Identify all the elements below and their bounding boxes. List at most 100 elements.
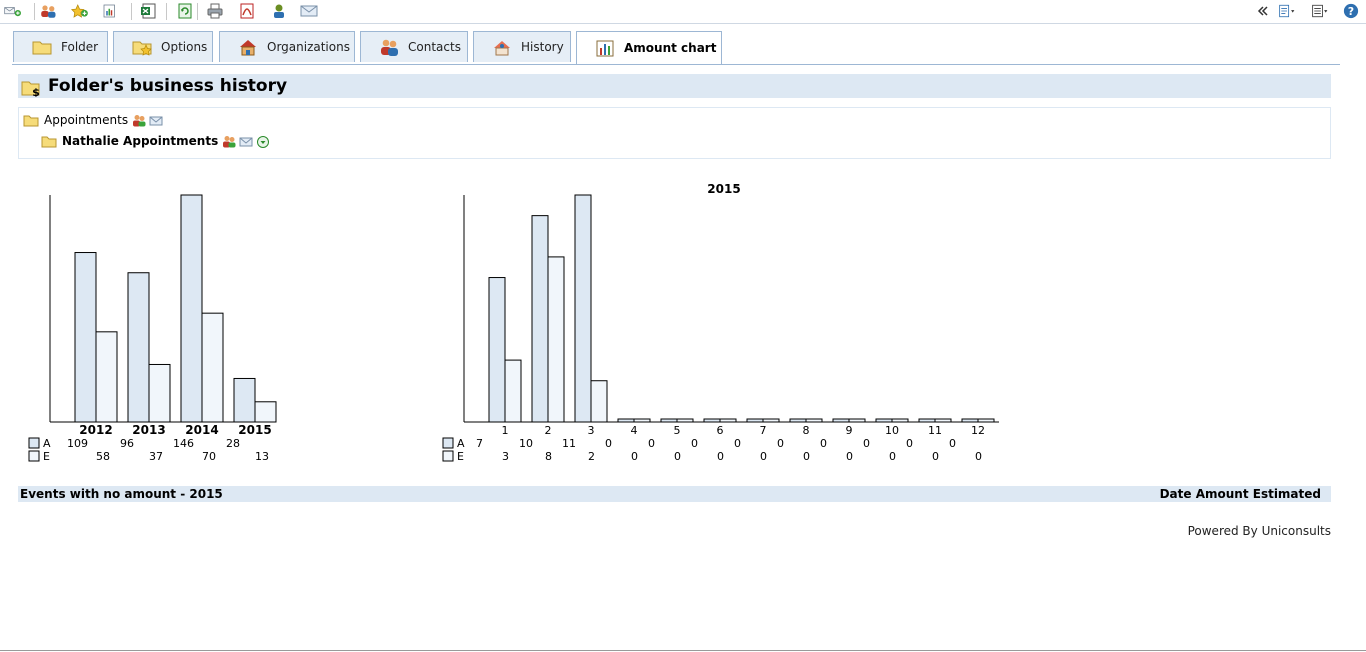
bar-a-6 bbox=[703, 418, 721, 423]
yearly-amount-chart-svg: 2012109 58 201396 37 2014146 70 201528 13 AE bbox=[28, 194, 277, 463]
x-tick-label: 8 bbox=[803, 424, 810, 437]
x-tick-label: 12 bbox=[971, 424, 985, 437]
expand-down-icon[interactable] bbox=[256, 135, 270, 148]
x-tick-label: 2012 bbox=[79, 423, 112, 437]
bar-a-1 bbox=[488, 277, 506, 423]
folder-name[interactable]: Nathalie Appointments bbox=[62, 134, 218, 148]
folder-row-root: Appointments bbox=[23, 113, 163, 127]
x-tick-label: 11 bbox=[928, 424, 942, 437]
tab-contacts[interactable]: Contacts bbox=[360, 31, 468, 62]
bar-e-2012 bbox=[95, 331, 118, 423]
new-appointment-icon[interactable] bbox=[4, 3, 30, 19]
data-value-a: 28 bbox=[226, 437, 240, 450]
bar-e-10 bbox=[891, 418, 909, 423]
data-value-e: 13 bbox=[255, 450, 269, 463]
data-value-e: 0 bbox=[803, 450, 810, 463]
x-tick-label: 7 bbox=[760, 424, 767, 437]
legend-swatch-a bbox=[28, 437, 40, 449]
data-value-a: 0 bbox=[863, 437, 870, 450]
data-value-e: 8 bbox=[545, 450, 552, 463]
data-value-e: 0 bbox=[674, 450, 681, 463]
x-tick-label: 2014 bbox=[185, 423, 218, 437]
bar-a-2012 bbox=[74, 252, 97, 423]
window-icon[interactable] bbox=[1311, 3, 1333, 19]
legend-swatch-a bbox=[442, 437, 454, 449]
user-network-icon[interactable] bbox=[270, 3, 288, 19]
folder-name[interactable]: Appointments bbox=[44, 113, 128, 127]
data-value-e: 58 bbox=[96, 450, 110, 463]
bar-a-2014 bbox=[180, 194, 203, 423]
tab-label: History bbox=[521, 40, 564, 54]
tab-folder[interactable]: Folder bbox=[13, 31, 108, 62]
history-icon bbox=[492, 38, 512, 56]
toolbar: ? bbox=[0, 0, 1366, 24]
data-value-a: 0 bbox=[691, 437, 698, 450]
svg-text:$: $ bbox=[32, 86, 40, 97]
print-icon[interactable] bbox=[206, 3, 224, 19]
data-value-e: 0 bbox=[889, 450, 896, 463]
report-chart-icon[interactable] bbox=[101, 3, 125, 19]
notes-icon[interactable] bbox=[1278, 3, 1300, 19]
bar-e-2014 bbox=[201, 312, 224, 423]
bar-e-2 bbox=[547, 256, 565, 423]
x-tick-label: 1 bbox=[502, 424, 509, 437]
contacts-icon[interactable] bbox=[132, 114, 146, 127]
data-value-a: 0 bbox=[820, 437, 827, 450]
bar-e-7 bbox=[762, 418, 780, 423]
bar-a-2013 bbox=[127, 272, 150, 423]
data-value-a: 0 bbox=[906, 437, 913, 450]
data-value-a: 0 bbox=[734, 437, 741, 450]
add-favorite-icon[interactable] bbox=[71, 3, 95, 19]
tab-amount-chart[interactable]: Amount chart bbox=[576, 31, 722, 64]
data-value-e: 0 bbox=[717, 450, 724, 463]
bar-a-11 bbox=[918, 418, 936, 423]
excel-export-icon[interactable] bbox=[140, 3, 158, 19]
tab-history[interactable]: History bbox=[473, 31, 571, 62]
bar-e-12 bbox=[977, 418, 995, 423]
data-value-a: 0 bbox=[605, 437, 612, 450]
data-value-e: 0 bbox=[975, 450, 982, 463]
collapse-icon[interactable] bbox=[1254, 3, 1268, 19]
folder-money-icon: $ bbox=[21, 77, 42, 99]
contacts-icon[interactable] bbox=[222, 135, 236, 148]
legend-swatch-e bbox=[28, 450, 40, 462]
x-tick-label: 10 bbox=[885, 424, 899, 437]
legend-label-a: A bbox=[43, 437, 51, 450]
folder-icon bbox=[41, 135, 57, 148]
data-value-a: 7 bbox=[476, 437, 483, 450]
powered-by: Powered By Uniconsults bbox=[1187, 524, 1331, 538]
bar-e-4 bbox=[633, 418, 651, 423]
bar-e-8 bbox=[805, 418, 823, 423]
bar-a-2 bbox=[531, 215, 549, 423]
tab-organizations[interactable]: Organizations bbox=[219, 31, 355, 62]
bar-e-2015 bbox=[254, 401, 277, 423]
monthly-amount-chart: 2015 1 7 3 2 10 8 3 11 2 4 0 0 5 0 0 6 0 0 7 0 0 8 0 0 9 0 0 10 0 0 11 0… bbox=[438, 180, 1013, 465]
data-value-e: 2 bbox=[588, 450, 595, 463]
chart-title: 2015 bbox=[707, 182, 740, 196]
tab-options[interactable]: Options bbox=[113, 31, 213, 62]
column-headers: Date Amount Estimated bbox=[1159, 487, 1321, 501]
data-value-a: 0 bbox=[777, 437, 784, 450]
monthly-amount-chart-svg: 2015173210831124005006007008009001000110… bbox=[442, 182, 999, 463]
page-title: Folder's business history bbox=[48, 76, 288, 96]
bar-a-10 bbox=[875, 418, 893, 423]
refresh-icon[interactable] bbox=[176, 3, 194, 19]
data-value-a: 0 bbox=[949, 437, 956, 450]
email-icon[interactable] bbox=[149, 114, 163, 127]
contacts-icon[interactable] bbox=[39, 3, 63, 19]
pdf-icon[interactable] bbox=[238, 3, 256, 19]
no-amount-events-bar: Events with no amount - 2015 Date Amount… bbox=[18, 486, 1331, 502]
email-icon[interactable] bbox=[300, 3, 318, 19]
bar-a-2015 bbox=[233, 377, 256, 423]
email-icon[interactable] bbox=[239, 135, 253, 148]
options-icon bbox=[132, 38, 152, 56]
bar-e-11 bbox=[934, 418, 952, 423]
bar-a-12 bbox=[961, 418, 979, 423]
bar-a-5 bbox=[660, 418, 678, 423]
bar-e-2013 bbox=[148, 363, 171, 423]
legend-label-e: E bbox=[43, 450, 50, 463]
bar-e-6 bbox=[719, 418, 737, 423]
data-value-a: 0 bbox=[648, 437, 655, 450]
help-icon[interactable]: ? bbox=[1342, 3, 1360, 19]
data-value-a: 10 bbox=[519, 437, 533, 450]
